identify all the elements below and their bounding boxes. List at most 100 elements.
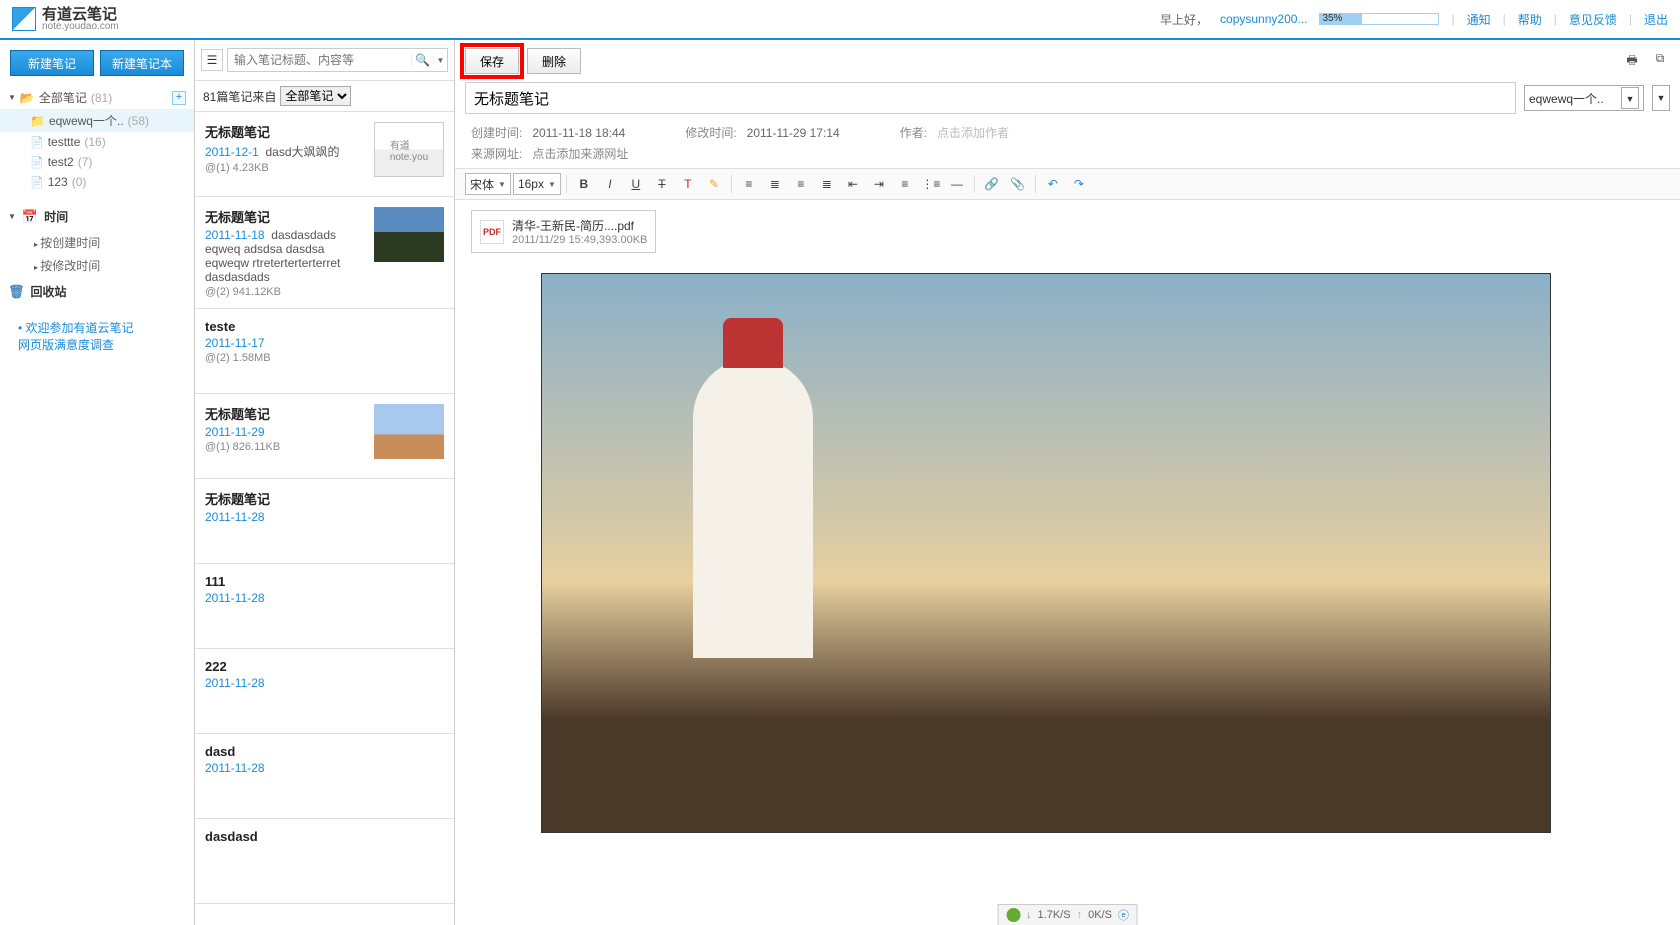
notify-link[interactable]: 通知: [1467, 11, 1491, 28]
time-label: 时间: [44, 208, 68, 225]
note-date: 2011-11-28: [205, 591, 265, 605]
font-color-button[interactable]: T: [676, 173, 700, 195]
underline-button[interactable]: U: [624, 173, 648, 195]
folder-item[interactable]: 📁 eqwewq一个.. (58): [0, 109, 194, 132]
note-title: 无标题笔记: [205, 489, 444, 508]
search-box[interactable]: 🔍 ▼: [227, 48, 448, 72]
search-dropdown-icon[interactable]: ▼: [433, 56, 447, 65]
survey-link[interactable]: 欢迎参加有道云笔记 网页版满意度调查: [0, 316, 194, 356]
attachment-button[interactable]: 📎: [1006, 173, 1030, 195]
highlight-button[interactable]: ✎: [702, 173, 726, 195]
all-notes-header[interactable]: ▼ 📂 全部笔记 (81) +: [0, 86, 194, 109]
logout-link[interactable]: 退出: [1644, 11, 1668, 28]
search-icon[interactable]: 🔍: [411, 53, 433, 67]
outdent-button[interactable]: ⇤: [841, 173, 865, 195]
horizontal-rule-button[interactable]: —: [945, 173, 969, 195]
note-icon: 📄: [30, 156, 44, 169]
note-title: dasdasd: [205, 829, 444, 844]
source-placeholder[interactable]: 点击添加来源网址: [532, 145, 628, 162]
note-card[interactable]: 111 2011-11-28: [195, 564, 454, 649]
note-title-input[interactable]: [465, 82, 1516, 114]
bold-button[interactable]: B: [572, 173, 596, 195]
note-date: 2011-11-28: [205, 676, 265, 690]
note-card[interactable]: 无标题笔记 2011-11-18 dasdasdads eqweq adsdsa…: [195, 197, 454, 309]
align-center-button[interactable]: ≣: [763, 173, 787, 195]
note-title: 222: [205, 659, 444, 674]
feedback-link[interactable]: 意见反馈: [1569, 11, 1617, 28]
filter-select[interactable]: 全部笔记: [280, 86, 351, 106]
undo-button[interactable]: ↶: [1041, 173, 1065, 195]
note-list-scroll[interactable]: 无标题笔记 2011-12-1 dasd大飒飒的 @(1) 4.23KB 有道n…: [195, 112, 454, 925]
align-justify-button[interactable]: ≣: [815, 173, 839, 195]
note-card[interactable]: teste 2011-11-17 @(2) 1.58MB: [195, 309, 454, 394]
note-date: 2011-11-28: [205, 761, 265, 775]
folder-name: 123: [48, 175, 68, 189]
trash-label: 回收站: [31, 283, 67, 300]
strikethrough-button[interactable]: T: [650, 173, 674, 195]
trash-section[interactable]: 🗑 回收站: [0, 277, 194, 306]
time-sub-modified[interactable]: 按修改时间: [0, 254, 194, 277]
folder-name: test2: [48, 155, 74, 169]
folder-more-button[interactable]: ▼: [1652, 85, 1670, 111]
attachment-chip[interactable]: PDF 清华-王新民-简历....pdf 2011/11/29 15:49,39…: [471, 210, 656, 253]
folder-item[interactable]: 📄 testtte (16): [0, 132, 194, 152]
note-count-text: 81篇笔记来自: [203, 88, 276, 105]
sidebar: 新建笔记 新建笔记本 ▼ 📂 全部笔记 (81) + 📁 eqwewq一个.. …: [0, 40, 195, 925]
italic-button[interactable]: I: [598, 173, 622, 195]
note-card[interactable]: 无标题笔记 2011-12-1 dasd大飒飒的 @(1) 4.23KB 有道n…: [195, 112, 454, 197]
print-icon[interactable]: 🖶: [1622, 51, 1642, 71]
folder-item[interactable]: 📄 123 (0): [0, 172, 194, 192]
folder-select[interactable]: eqwewq一个.. ▼: [1524, 85, 1644, 111]
note-card[interactable]: dasdasd: [195, 819, 454, 904]
note-card[interactable]: 无标题笔记 2011-11-28: [195, 479, 454, 564]
note-thumbnail: 有道note.you: [374, 122, 444, 177]
redo-button[interactable]: ↷: [1067, 173, 1091, 195]
folder-icon: 📂: [20, 91, 35, 105]
folder-icon: 📁: [30, 114, 45, 128]
note-card[interactable]: 无标题笔记 2011-11-29 @(1) 826.11KB: [195, 394, 454, 479]
popout-icon[interactable]: ⧉: [1650, 51, 1670, 71]
editor-panel: 保存 删除 🖶 ⧉ eqwewq一个.. ▼ ▼ 创建时间:2011-11-18…: [455, 40, 1680, 925]
delete-button[interactable]: 删除: [527, 48, 581, 74]
font-family-select[interactable]: 宋体▼: [465, 173, 511, 195]
time-sub-created[interactable]: 按创建时间: [0, 231, 194, 254]
add-folder-button[interactable]: +: [172, 91, 186, 105]
note-list-panel: ☰ 🔍 ▼ 81篇笔记来自 全部笔记 无标题笔记 2011-12-1 dasd大…: [195, 40, 455, 925]
note-card[interactable]: dasd 2011-11-28: [195, 734, 454, 819]
font-size-select[interactable]: 16px▼: [513, 173, 561, 195]
link-button[interactable]: 🔗: [980, 173, 1004, 195]
note-snippet: dasd大飒飒的: [266, 145, 340, 159]
format-toolbar: 宋体▼ 16px▼ B I U T T ✎ ≡ ≣ ≡ ≣ ⇤ ⇥ ≡ ⋮≡ —…: [455, 168, 1680, 200]
editor-content[interactable]: PDF 清华-王新民-简历....pdf 2011/11/29 15:49,39…: [455, 200, 1680, 925]
all-notes-count: (81): [91, 91, 112, 105]
unordered-list-button[interactable]: ⋮≡: [919, 173, 943, 195]
embedded-image: [541, 273, 1551, 833]
chevron-down-icon: ▼: [548, 180, 556, 189]
align-left-button[interactable]: ≡: [737, 173, 761, 195]
note-meta: @(1) 4.23KB: [205, 162, 366, 174]
author-placeholder[interactable]: 点击添加作者: [937, 126, 1009, 140]
storage-progress[interactable]: 35%: [1319, 13, 1439, 25]
new-note-button[interactable]: 新建笔记: [10, 50, 94, 76]
new-notebook-button[interactable]: 新建笔记本: [100, 50, 184, 76]
logo-text: 有道云笔记 note.youdao.com: [42, 7, 119, 32]
upload-speed: 0K/S: [1088, 909, 1112, 921]
time-section[interactable]: ▼ 📅 时间: [0, 202, 194, 231]
indent-button[interactable]: ⇥: [867, 173, 891, 195]
chevron-down-icon: ▼: [1621, 87, 1639, 109]
ordered-list-button[interactable]: ≡: [893, 173, 917, 195]
help-link[interactable]: 帮助: [1518, 11, 1542, 28]
survey-link-line2: 网页版满意度调查: [18, 338, 114, 352]
note-title: 111: [205, 574, 444, 589]
folder-item[interactable]: 📄 test2 (7): [0, 152, 194, 172]
note-card[interactable]: 222 2011-11-28: [195, 649, 454, 734]
list-view-toggle[interactable]: ☰: [201, 49, 223, 71]
separator: |: [1451, 12, 1454, 26]
expand-icon: ▼: [8, 212, 16, 221]
save-button[interactable]: 保存: [465, 48, 519, 74]
search-input[interactable]: [228, 53, 411, 67]
calendar-icon: 📅: [22, 209, 38, 225]
align-right-button[interactable]: ≡: [789, 173, 813, 195]
trash-icon: 🗑: [8, 284, 25, 300]
username-link[interactable]: copysunny200...: [1220, 12, 1307, 26]
